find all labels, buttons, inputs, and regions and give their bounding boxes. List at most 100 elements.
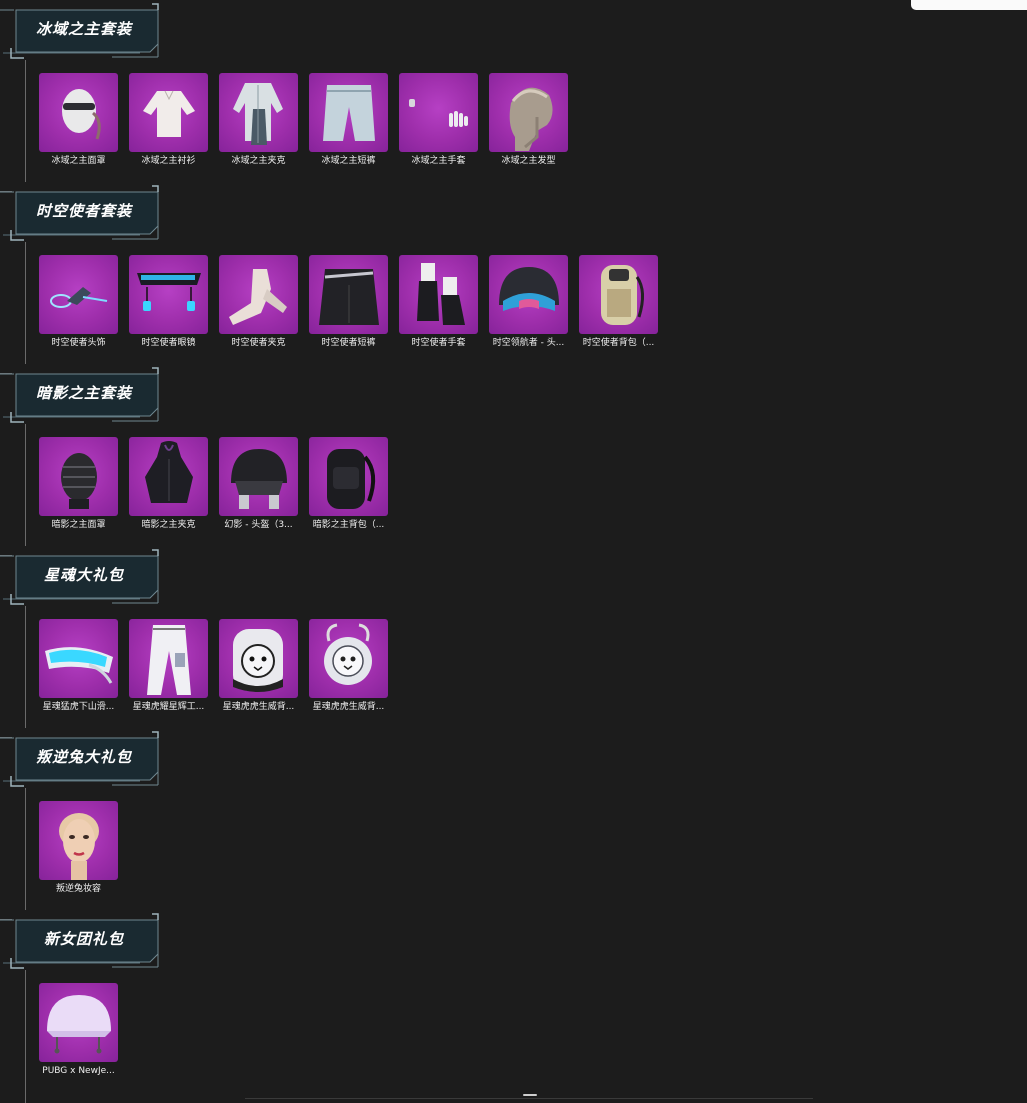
item-row: 冰域之主面罩 冰域之主衬衫 冰域之主夹克 冰域之主短裤 冰域之主手套 冰域之主发… [39, 73, 568, 167]
tree-line [25, 424, 26, 546]
item-tile[interactable] [129, 437, 208, 516]
item-card[interactable]: 冰域之主衬衫 [129, 73, 208, 167]
tiger-backpack-icon [324, 623, 372, 685]
item-card[interactable]: 时空使者头饰 [39, 255, 118, 349]
item-card[interactable]: 冰域之主发型 [489, 73, 568, 167]
item-card[interactable]: 星魂猛虎下山滑... [39, 619, 118, 713]
section-title: 暗影之主套装 [35, 384, 132, 402]
item-card[interactable]: 叛逆兔妆容 [39, 801, 118, 895]
item-label: 星魂虎耀星辉工... [132, 702, 205, 712]
item-label: 暗影之主面罩 [51, 520, 106, 530]
section-header: 冰域之主套装 [0, 0, 170, 60]
item-tile[interactable] [489, 73, 568, 152]
item-tile[interactable] [129, 619, 208, 698]
section-5: 叛逆兔大礼包 叛逆兔妆容 [0, 728, 700, 910]
item-card[interactable]: 时空使者手套 [399, 255, 478, 349]
mask-icon [62, 89, 101, 140]
item-tile[interactable] [399, 255, 478, 334]
item-label: 暗影之主夹克 [141, 520, 196, 530]
tiger-backpack-icon [233, 629, 283, 692]
helmet-icon [47, 995, 111, 1054]
section-6: 新女团礼包 PUBG x NewJe... [0, 910, 700, 1103]
item-tile[interactable] [309, 619, 388, 698]
item-card[interactable]: 幻影 - 头盔（3... [219, 437, 298, 531]
section-3: 暗影之主套装 暗影之主面罩 暗影之主夹克 幻影 - 头盔（3... 暗影之主背包 [0, 364, 700, 546]
item-row: 星魂猛虎下山滑... 星魂虎耀星辉工... 星魂虎虎生威背... 星魂虎虎生威背… [39, 619, 388, 713]
gloves-icon [417, 263, 465, 325]
item-card[interactable]: 星魂虎虎生威背... [309, 619, 388, 713]
goggles-icon [45, 647, 113, 684]
item-tile[interactable] [309, 437, 388, 516]
helmet-icon [499, 267, 559, 311]
item-card[interactable]: 冰域之主手套 [399, 73, 478, 167]
section-2: 时空使者套装 时空使者头饰 时空使者眼镜 时空使者夹克 时空使者短裤 时空使者手… [0, 182, 700, 364]
mask-icon [61, 453, 97, 509]
tree-line [25, 970, 26, 1103]
section-1: 冰域之主套装 冰域之主面罩 冰域之主衬衫 冰域之主夹克 冰域之主短裤 冰域之主手… [0, 0, 700, 182]
item-label: 冰域之主短裤 [321, 156, 376, 166]
item-row: 时空使者头饰 时空使者眼镜 时空使者夹克 时空使者短裤 时空使者手套 时空领航者… [39, 255, 658, 349]
item-tile[interactable] [309, 73, 388, 152]
item-tile[interactable] [129, 255, 208, 334]
item-card[interactable]: 时空领航者 - 头... [489, 255, 568, 349]
item-tile[interactable] [399, 73, 478, 152]
item-row: 暗影之主面罩 暗影之主夹克 幻影 - 头盔（3... 暗影之主背包（... [39, 437, 388, 531]
item-tile[interactable] [129, 73, 208, 152]
jacket-icon [145, 441, 193, 503]
item-label: PUBG x NewJe... [42, 1066, 115, 1076]
item-tile[interactable] [309, 255, 388, 334]
item-label: 冰域之主衬衫 [141, 156, 196, 166]
item-card[interactable]: 冰域之主夹克 [219, 73, 298, 167]
face-makeup-icon [59, 813, 99, 880]
helmet-icon [231, 449, 287, 509]
item-card[interactable]: PUBG x NewJe... [39, 983, 118, 1077]
item-card[interactable]: 暗影之主夹克 [129, 437, 208, 531]
item-tile[interactable] [489, 255, 568, 334]
item-label: 时空使者手套 [411, 338, 466, 348]
scrollbar-thumb[interactable] [523, 1094, 537, 1096]
jacket-icon [233, 83, 283, 145]
item-card[interactable]: 星魂虎耀星辉工... [129, 619, 208, 713]
section-title: 时空使者套装 [35, 202, 132, 220]
tree-line [25, 242, 26, 364]
item-label: 时空使者头饰 [51, 338, 106, 348]
item-tile[interactable] [39, 437, 118, 516]
jacket-icon [229, 269, 287, 325]
item-label: 幻影 - 头盔（3... [224, 520, 293, 530]
item-card[interactable]: 冰域之主面罩 [39, 73, 118, 167]
item-tile[interactable] [39, 983, 118, 1062]
item-label: 时空使者短裤 [321, 338, 376, 348]
section-header: 星魂大礼包 [0, 546, 170, 606]
item-tile[interactable] [219, 255, 298, 334]
item-card[interactable]: 时空使者眼镜 [129, 255, 208, 349]
section-header: 时空使者套装 [0, 182, 170, 242]
item-tile[interactable] [579, 255, 658, 334]
section-header: 暗影之主套装 [0, 364, 170, 424]
section-title: 叛逆兔大礼包 [35, 748, 132, 766]
section-header: 新女团礼包 [0, 910, 170, 970]
item-label: 时空领航者 - 头... [492, 338, 565, 348]
item-tile[interactable] [219, 437, 298, 516]
shorts-icon [323, 85, 375, 141]
item-label: 时空使者夹克 [231, 338, 286, 348]
item-tile[interactable] [219, 619, 298, 698]
item-card[interactable]: 星魂虎虎生威背... [219, 619, 298, 713]
horizontal-scrollbar[interactable] [245, 1098, 813, 1099]
item-row: PUBG x NewJe... [39, 983, 118, 1077]
backpack-icon [327, 449, 376, 509]
item-tile[interactable] [39, 73, 118, 152]
item-card[interactable]: 时空使者夹克 [219, 255, 298, 349]
item-tile[interactable] [39, 801, 118, 880]
item-tile[interactable] [39, 255, 118, 334]
item-card[interactable]: 暗影之主背包（... [309, 437, 388, 531]
backpack-icon [601, 265, 644, 325]
item-card[interactable]: 冰域之主短裤 [309, 73, 388, 167]
item-label: 叛逆兔妆容 [55, 884, 101, 894]
item-card[interactable]: 时空使者短裤 [309, 255, 388, 349]
item-tile[interactable] [39, 619, 118, 698]
shorts-icon [319, 269, 379, 325]
item-tile[interactable] [219, 73, 298, 152]
item-card[interactable]: 暗影之主面罩 [39, 437, 118, 531]
item-card[interactable]: 时空使者背包（... [579, 255, 658, 349]
item-label: 星魂猛虎下山滑... [42, 702, 115, 712]
